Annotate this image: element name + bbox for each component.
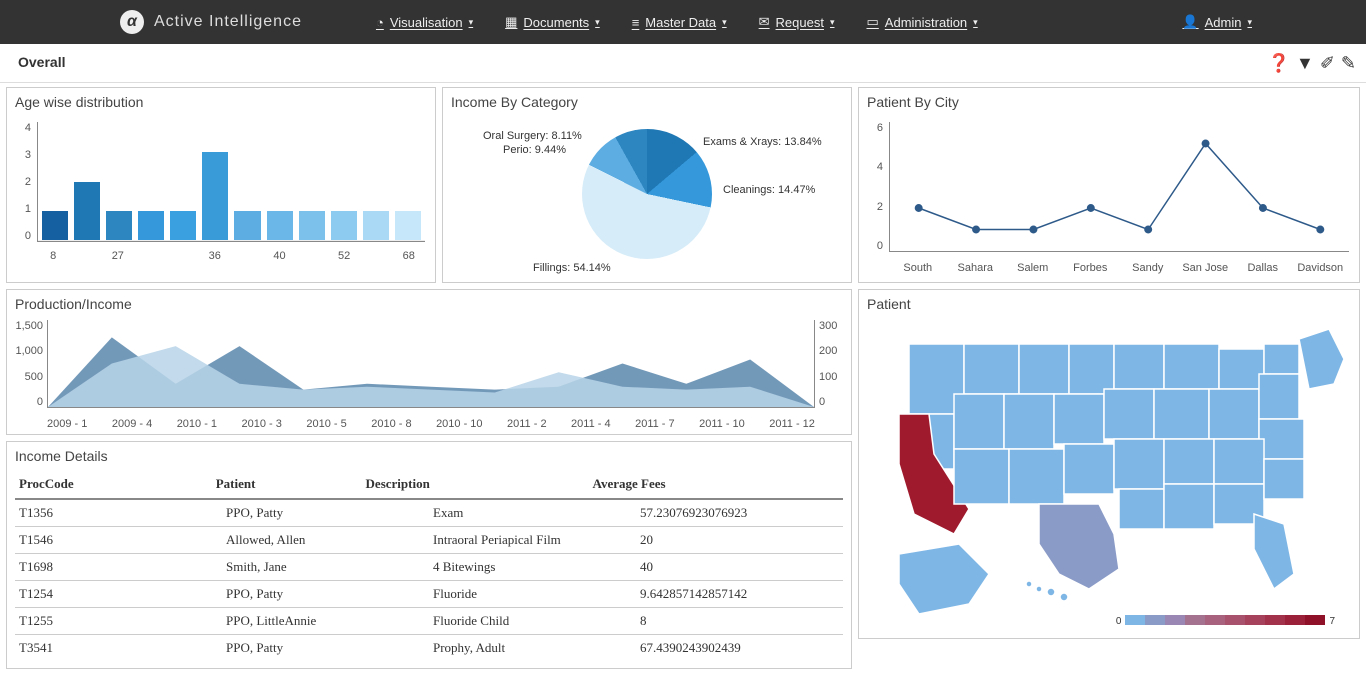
- panel-title: Patient By City: [859, 88, 1359, 112]
- table-row[interactable]: T1254PPO, PattyFluoride9.642857142857142: [15, 581, 843, 608]
- col-header[interactable]: Description: [362, 470, 589, 499]
- table-row[interactable]: T1546Allowed, AllenIntraoral Periapical …: [15, 527, 843, 554]
- nav-visualisation[interactable]: ◔Visualisation▾: [362, 2, 487, 42]
- user-icon: 👤: [1182, 14, 1198, 30]
- bar[interactable]: [170, 211, 196, 241]
- table-row[interactable]: T3541PPO, PattyProphy, Adult67.439024390…: [15, 635, 843, 661]
- bar[interactable]: [74, 182, 100, 242]
- legend-cell: [1205, 615, 1225, 625]
- nav-administration[interactable]: ▭Administration▾: [853, 2, 992, 42]
- legend-cell: [1245, 615, 1265, 625]
- legend-cell: [1145, 615, 1165, 625]
- help-icon[interactable]: ❓: [1268, 53, 1290, 74]
- pie-chart[interactable]: Exams & Xrays: 13.84% Cleanings: 14.47% Fi…: [443, 112, 851, 282]
- legend-cell: [1165, 615, 1185, 625]
- panel-title: Income By Category: [443, 88, 851, 112]
- line-chart[interactable]: 6420 SouthSaharaSalemForbesSandySan Jose…: [859, 112, 1359, 282]
- bar[interactable]: [42, 211, 68, 241]
- bar[interactable]: [331, 211, 357, 241]
- bar-chart[interactable]: 43210 82736405268: [7, 112, 435, 272]
- us-map[interactable]: [859, 314, 1359, 614]
- pie-label: Perio: 9.44%: [503, 144, 566, 156]
- chevron-down-icon: ▾: [595, 17, 600, 28]
- chevron-down-icon: ▾: [973, 17, 978, 28]
- edit-icon[interactable]: ✎: [1341, 53, 1356, 74]
- legend-cell: [1285, 615, 1305, 625]
- chevron-down-icon: ▾: [830, 17, 835, 28]
- pie-label: Fillings: 54.14%: [533, 262, 611, 274]
- panel-title: Production/Income: [7, 290, 851, 314]
- pie-label: Exams & Xrays: 13.84%: [703, 136, 822, 148]
- pie-slice-group: [582, 129, 712, 259]
- map-legend: 0 7: [1112, 615, 1339, 628]
- panel-patient-city: Patient By City 6420 SouthSaharaSalemFor…: [858, 87, 1360, 283]
- nav-documents[interactable]: ▦Documents▾: [491, 2, 614, 42]
- legend-cell: [1305, 615, 1325, 625]
- toolbar-actions: ❓ ▼ ✐ ✎: [1268, 53, 1356, 74]
- dashboard-grid: Age wise distribution 43210 82736405268 …: [0, 83, 1366, 673]
- toolbar: Overall ❓ ▼ ✐ ✎: [0, 44, 1366, 83]
- income-table: ProcCodePatientDescriptionAverage Fees: [15, 470, 843, 500]
- bar[interactable]: [299, 211, 325, 241]
- legend-cell: [1225, 615, 1245, 625]
- nav-icon: ✉: [759, 14, 770, 30]
- legend-cell: [1265, 615, 1285, 625]
- chevron-down-icon: ▾: [1247, 17, 1252, 28]
- brand-logo-icon: α: [120, 10, 144, 34]
- table-row[interactable]: T1356PPO, PattyExam57.23076923076923: [15, 500, 843, 527]
- legend-max: 7: [1329, 616, 1335, 627]
- panel-title: Patient: [859, 290, 1359, 314]
- user-label: Admin: [1205, 15, 1242, 30]
- chevron-down-icon: ▾: [469, 17, 474, 28]
- legend-min: 0: [1116, 616, 1122, 627]
- chevron-down-icon: ▾: [722, 17, 727, 28]
- user-menu[interactable]: 👤 Admin ▾: [1168, 2, 1266, 42]
- bar[interactable]: [234, 211, 260, 241]
- pie-label: Cleanings: 14.47%: [723, 184, 815, 196]
- legend-cell: [1125, 615, 1145, 625]
- panel-income-details: Income Details ProcCodePatientDescriptio…: [6, 441, 852, 669]
- panel-income-category: Income By Category Exams & Xrays: 13.84%…: [442, 87, 852, 283]
- navbar: α Active Intelligence ◔Visualisation▾▦Do…: [0, 0, 1366, 44]
- legend-cell: [1185, 615, 1205, 625]
- col-header[interactable]: ProcCode: [15, 470, 212, 499]
- brand: α Active Intelligence: [120, 10, 302, 34]
- nav-icon: ◔: [376, 15, 384, 30]
- brand-text: Active Intelligence: [154, 13, 302, 31]
- nav-icon: ▭: [867, 14, 879, 30]
- col-header[interactable]: Patient: [212, 470, 362, 499]
- panel-patient-map: Patient: [858, 289, 1360, 639]
- table-scroll[interactable]: T1356PPO, PattyExam57.23076923076923T154…: [15, 500, 843, 660]
- table-row[interactable]: T1255PPO, LittleAnnieFluoride Child8: [15, 608, 843, 635]
- pie-label: Oral Surgery: 8.11%: [483, 130, 582, 142]
- bar[interactable]: [395, 211, 421, 241]
- table-row[interactable]: T1698Smith, Jane4 Bitewings40: [15, 554, 843, 581]
- nav-icon: ≡: [632, 15, 640, 30]
- nav-request[interactable]: ✉Request▾: [745, 2, 849, 42]
- area-chart[interactable]: 1,5001,0005000 3002001000 2009 - 12009 -…: [7, 314, 851, 434]
- filter-icon[interactable]: ▼: [1296, 53, 1314, 74]
- bar[interactable]: [106, 211, 132, 241]
- col-header[interactable]: Average Fees: [589, 470, 843, 499]
- tab-overall[interactable]: Overall: [10, 50, 73, 76]
- bar[interactable]: [138, 211, 164, 241]
- panel-title: Income Details: [7, 442, 851, 466]
- panel-production-income: Production/Income 1,5001,0005000 3002001…: [6, 289, 852, 435]
- nav-icon: ▦: [505, 14, 517, 30]
- bar[interactable]: [202, 152, 228, 241]
- panel-title: Age wise distribution: [7, 88, 435, 112]
- bar[interactable]: [267, 211, 293, 241]
- bar[interactable]: [363, 211, 389, 241]
- nav-menu: ◔Visualisation▾▦Documents▾≡Master Data▾✉…: [362, 2, 992, 42]
- panel-age-distribution: Age wise distribution 43210 82736405268: [6, 87, 436, 283]
- nav-master-data[interactable]: ≡Master Data▾: [618, 2, 741, 42]
- eraser-icon[interactable]: ✐: [1320, 53, 1335, 74]
